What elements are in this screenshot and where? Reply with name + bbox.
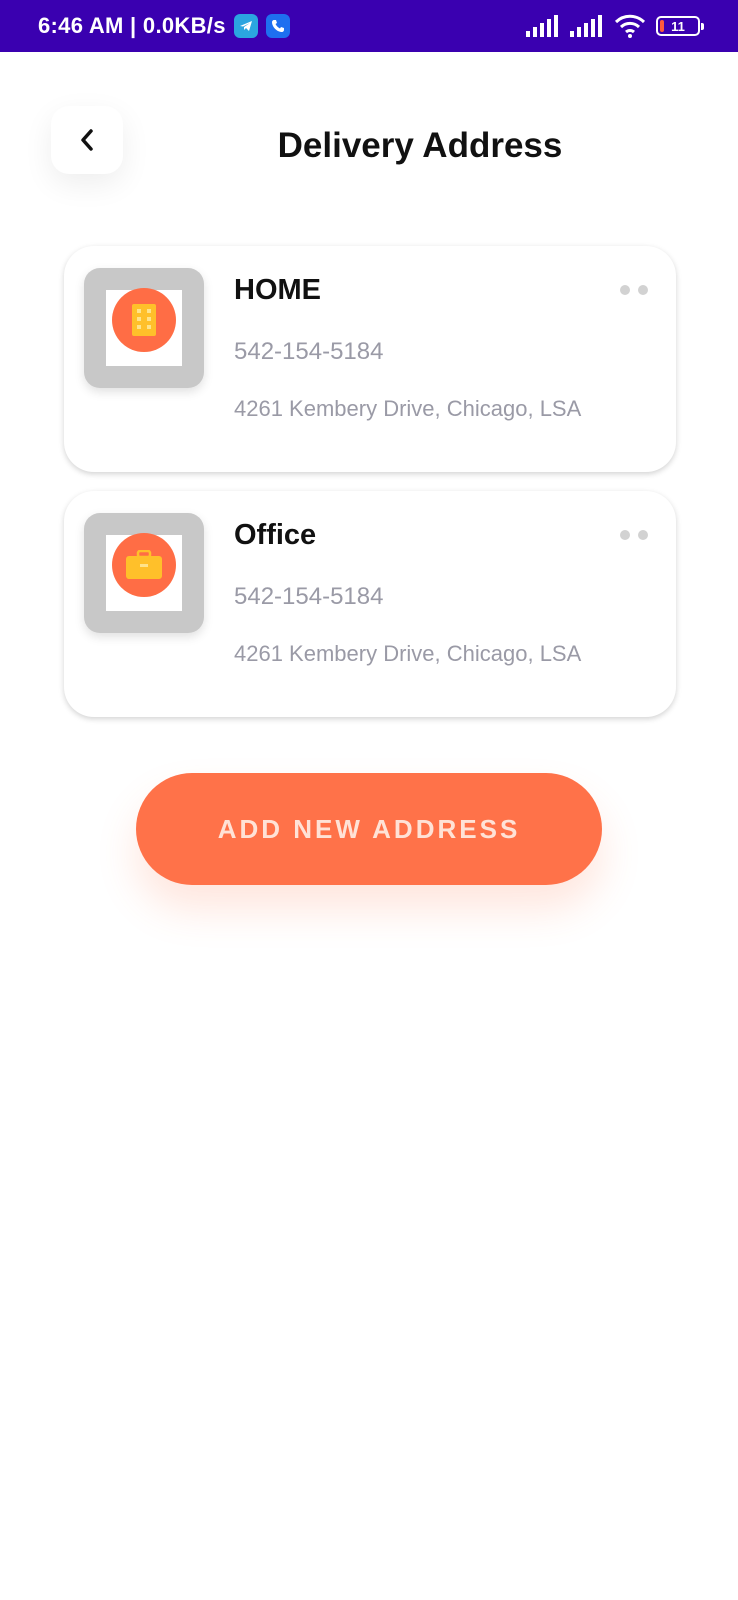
dot-icon: [620, 285, 630, 295]
address-name: HOME: [234, 274, 321, 306]
address-name: Office: [234, 519, 317, 551]
briefcase-icon: [126, 550, 162, 579]
address-phone: 542-154-5184: [234, 583, 384, 610]
more-options-button[interactable]: [616, 282, 652, 298]
more-options-button[interactable]: [616, 527, 652, 543]
building-icon: [132, 304, 156, 336]
address-thumbnail: [84, 268, 204, 388]
address-text: 4261 Kembery Drive, Chicago, LSA: [234, 641, 582, 666]
address-thumbnail: [84, 513, 204, 633]
dot-icon: [620, 530, 630, 540]
phone-app-icon: [265, 14, 290, 38]
address-card-office[interactable]: Office 542-154-5184 4261 Kembery Drive, …: [64, 491, 676, 717]
wifi-icon: [614, 14, 646, 38]
address-phone: 542-154-5184: [234, 338, 384, 365]
back-button[interactable]: [51, 106, 123, 174]
signal-icon-2: [570, 15, 602, 37]
signal-icon: [526, 15, 558, 37]
telegram-icon: [233, 14, 258, 38]
status-time: 6:46 AM | 0.0KB/s: [38, 13, 226, 38]
status-bar: 6:46 AM | 0.0KB/s 11: [0, 0, 738, 52]
battery-icon: 11: [656, 16, 704, 36]
add-new-address-button[interactable]: ADD NEW ADDRESS: [136, 773, 602, 885]
chevron-left-icon: [81, 129, 93, 151]
dot-icon: [638, 285, 648, 295]
address-text: 4261 Kembery Drive, Chicago, LSA: [234, 396, 582, 421]
page-title: Delivery Address: [277, 126, 563, 165]
address-card-home[interactable]: HOME 542-154-5184 4261 Kembery Drive, Ch…: [64, 246, 676, 472]
status-indicators: 11: [526, 14, 704, 38]
battery-level: 11: [671, 18, 685, 34]
dot-icon: [638, 530, 648, 540]
